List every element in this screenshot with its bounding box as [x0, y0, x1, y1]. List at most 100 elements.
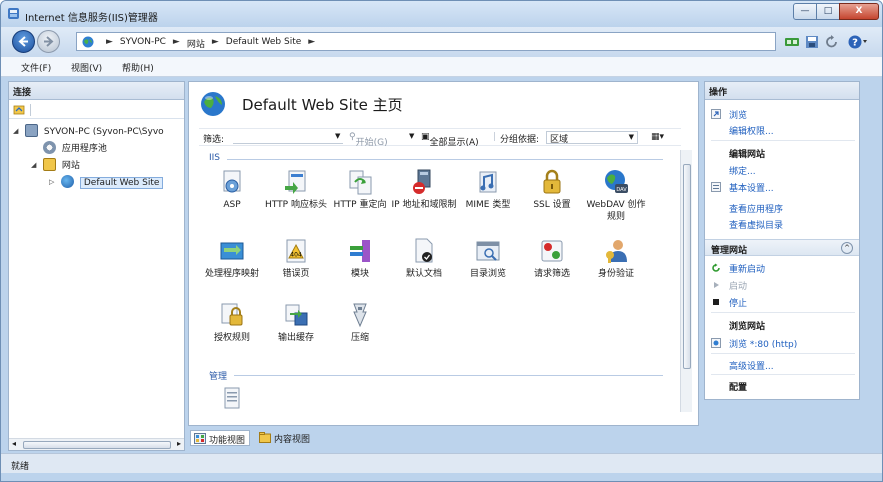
- stop-icon: [713, 299, 719, 305]
- collapse-button[interactable]: ^: [841, 242, 853, 254]
- tab-label: 功能视图: [209, 436, 246, 446]
- tree-node-sites[interactable]: ◢ 网站: [31, 158, 80, 173]
- iis-app-icon: [8, 8, 19, 19]
- section-divider: [227, 159, 663, 160]
- feature-default-document[interactable]: 默认文档: [391, 237, 457, 280]
- menu-help[interactable]: 帮助(H): [122, 61, 154, 74]
- feature-request-filtering[interactable]: 请求筛选: [519, 237, 585, 280]
- tree-node-app-pools[interactable]: 应用程序池: [31, 141, 107, 156]
- tree-expander-server[interactable]: ◢: [13, 127, 21, 135]
- browse-http-icon: [711, 338, 721, 348]
- tree-label-server: SYVON-PC (Syvon-PC\Syvo: [43, 127, 164, 137]
- asp-icon: [223, 170, 241, 193]
- feature-handler-mappings[interactable]: 处理程序映射: [199, 237, 265, 280]
- features-view-icon: [194, 433, 206, 444]
- action-basic-settings-link[interactable]: 基本设置...: [729, 181, 774, 194]
- filter-input[interactable]: [233, 131, 343, 144]
- feature-asp[interactable]: ASP: [199, 168, 265, 211]
- close-button[interactable]: X: [839, 3, 879, 20]
- feature-authentication[interactable]: 身份验证: [583, 237, 649, 280]
- refresh-icon[interactable]: [824, 34, 840, 50]
- tree-expander-sites[interactable]: ◢: [31, 161, 39, 169]
- feature-http-redirect[interactable]: HTTP 重定向: [327, 168, 393, 211]
- start-icon: [714, 282, 719, 288]
- address-field[interactable]: ► SYVON-PC ► 网站 ► Default Web Site ►: [76, 32, 776, 51]
- scroll-right-arrow[interactable]: ▸: [177, 439, 181, 448]
- feature-output-caching[interactable]: 输出缓存: [263, 301, 329, 344]
- scrollbar-thumb[interactable]: [23, 441, 171, 449]
- help-dropdown-icon[interactable]: ?: [847, 34, 869, 50]
- go-button-label: 开始(G): [355, 138, 388, 148]
- feature-compression[interactable]: 压缩: [327, 301, 393, 344]
- tree-label-app-pools: 应用程序池: [61, 144, 107, 154]
- action-browse-link[interactable]: 浏览: [729, 108, 747, 121]
- action-edit-permissions-link[interactable]: 编辑权限...: [729, 124, 774, 137]
- tab-content-view[interactable]: 内容视图: [256, 430, 314, 446]
- view-mode-button[interactable]: ▦▾: [651, 132, 664, 142]
- show-all-button[interactable]: ▣ 全部显示(A): [421, 132, 479, 148]
- status-bar: 就绪: [1, 453, 882, 473]
- tab-features-view[interactable]: 功能视图: [190, 430, 251, 446]
- menu-view[interactable]: 视图(V): [71, 61, 102, 74]
- action-divider: [711, 312, 855, 313]
- minimize-button[interactable]: —: [793, 3, 817, 20]
- connections-horizontal-scrollbar[interactable]: ◂ ▸: [9, 438, 184, 450]
- feature-vertical-scrollbar[interactable]: [680, 150, 692, 412]
- start-page-icon[interactable]: [13, 104, 25, 116]
- tree-node-default-web-site[interactable]: ▷ Default Web Site: [49, 175, 164, 190]
- feature-configuration-editor[interactable]: [199, 385, 265, 416]
- maximize-button[interactable]: □: [816, 3, 840, 20]
- title-bar[interactable]: Internet 信息服务(IIS)管理器 — □ X: [1, 1, 882, 27]
- go-button[interactable]: ⚲ 开始(G): [349, 132, 388, 148]
- feature-ip-domain-restrictions[interactable]: IP 地址和域限制: [391, 168, 457, 211]
- edit-site-group-title: 编辑网站: [729, 150, 766, 160]
- feature-mime-types[interactable]: MIME 类型: [455, 168, 521, 211]
- http-response-headers-icon: [285, 170, 306, 194]
- manage-site-section-header[interactable]: 管理网站 ^: [705, 239, 859, 256]
- action-view-virtual-directories-link[interactable]: 查看虚拟目录: [729, 218, 783, 231]
- view-tabs: 功能视图 内容视图: [188, 429, 699, 447]
- tree-label-sites: 网站: [61, 161, 80, 171]
- connect-icon[interactable]: [784, 34, 800, 50]
- breadcrumb-separator: ►: [211, 37, 219, 47]
- breadcrumb-default-web-site[interactable]: Default Web Site: [226, 37, 302, 50]
- authentication-icon: [606, 240, 627, 263]
- action-view-applications-link[interactable]: 查看应用程序: [729, 202, 783, 215]
- feature-http-response-headers[interactable]: HTTP 响应标头: [263, 168, 329, 211]
- group-by-select[interactable]: 区域 ▼: [546, 131, 638, 145]
- forward-button[interactable]: [37, 30, 60, 53]
- compression-icon: [353, 303, 367, 328]
- feature-error-pages[interactable]: 404 错误页: [263, 237, 329, 280]
- action-restart-link[interactable]: 重新启动: [729, 262, 765, 275]
- action-start-link[interactable]: 启动: [729, 279, 747, 292]
- breadcrumb-sites[interactable]: 网站: [187, 37, 205, 50]
- tree-node-server[interactable]: ◢ SYVON-PC (Syvon-PC\Syvo: [13, 124, 164, 139]
- menu-file[interactable]: 文件(F): [21, 61, 51, 74]
- action-stop-link[interactable]: 停止: [729, 296, 747, 309]
- sites-folder-icon: [43, 158, 56, 171]
- error-pages-icon: 404: [286, 239, 306, 263]
- scrollbar-thumb[interactable]: [683, 164, 691, 369]
- action-browse-port-80-link[interactable]: 浏览 *:80 (http): [729, 337, 797, 350]
- go-dropdown-arrow[interactable]: ▼: [409, 132, 414, 140]
- save-icon[interactable]: [804, 34, 820, 50]
- tree-expander-default-web-site[interactable]: ▷: [49, 178, 57, 186]
- svg-text:404: 404: [290, 252, 302, 259]
- feature-authorization-rules[interactable]: 授权规则: [199, 301, 265, 344]
- scroll-left-arrow[interactable]: ◂: [12, 439, 16, 448]
- filter-dropdown-arrow[interactable]: ▼: [335, 132, 340, 140]
- svg-text:DAV: DAV: [616, 187, 627, 193]
- feature-modules[interactable]: 模块: [327, 237, 393, 280]
- breadcrumb-server[interactable]: SYVON-PC: [120, 37, 166, 50]
- ssl-lock-icon: [543, 169, 561, 194]
- feature-ssl-settings[interactable]: SSL 设置: [519, 168, 585, 211]
- feature-label: 模块: [350, 269, 369, 279]
- action-divider: [711, 140, 855, 141]
- output-caching-icon: [285, 304, 308, 326]
- back-button[interactable]: [12, 30, 35, 53]
- feature-directory-browsing[interactable]: 目录浏览: [455, 237, 521, 280]
- feature-webdav[interactable]: DAV WebDAV 创作规则: [583, 168, 649, 223]
- action-bindings-link[interactable]: 绑定...: [729, 164, 756, 177]
- action-advanced-settings-link[interactable]: 高级设置...: [729, 359, 774, 372]
- feature-label: IP 地址和域限制: [391, 200, 457, 210]
